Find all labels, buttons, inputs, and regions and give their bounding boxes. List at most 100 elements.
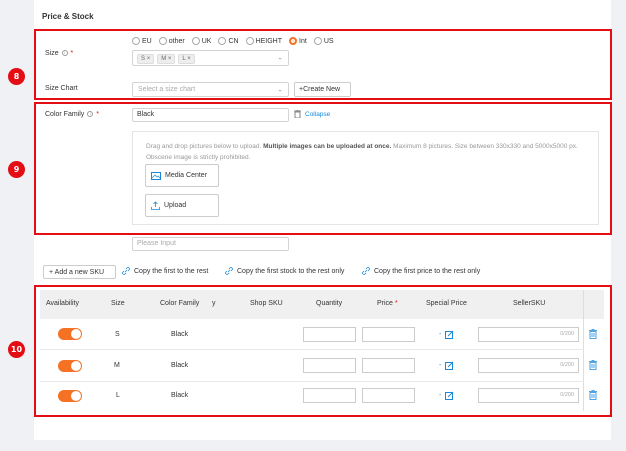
edit-icon[interactable] — [445, 361, 454, 370]
radio-label: HEIGHT — [255, 37, 283, 45]
new-color-placeholder: Please Input — [137, 240, 176, 247]
price-input[interactable] — [362, 388, 415, 403]
badge-8: 8 — [8, 68, 25, 85]
th-availability: Availability — [46, 300, 79, 307]
row-color: Black — [171, 392, 189, 399]
radio-label: UK — [201, 37, 212, 45]
trash-icon[interactable] — [589, 360, 597, 370]
seller-sku-input[interactable]: 0/200 — [478, 358, 579, 373]
chevron-down-icon: ⌄ — [277, 54, 283, 62]
size-tag[interactable]: M × — [157, 54, 176, 64]
quantity-input[interactable] — [303, 327, 356, 342]
media-center-button[interactable]: Media Center — [145, 164, 219, 187]
price-input[interactable] — [362, 358, 415, 373]
th-price-text: Price — [377, 300, 393, 307]
image-icon — [151, 171, 161, 180]
quantity-input[interactable] — [303, 388, 356, 403]
tag-label: L — [182, 56, 186, 62]
required-mark: * — [394, 300, 398, 307]
size-label: Size i * — [45, 50, 73, 57]
availability-toggle[interactable] — [58, 390, 82, 402]
badge-9: 9 — [8, 161, 25, 178]
row-divider — [40, 381, 584, 382]
remove-tag-icon[interactable]: × — [187, 56, 191, 62]
drop-text-1: Drag and drop pictures below to upload. — [146, 143, 262, 150]
seller-sku-input[interactable]: 0/200 — [478, 388, 579, 403]
availability-toggle[interactable] — [58, 360, 82, 372]
radio-other[interactable]: other — [158, 37, 185, 45]
collapse-link[interactable]: Collapse — [294, 110, 330, 118]
th-price: Price * — [377, 300, 398, 307]
info-icon[interactable]: i — [87, 111, 94, 118]
radio-dot-icon — [218, 37, 227, 45]
edit-icon[interactable] — [445, 330, 454, 339]
edit-icon[interactable] — [445, 391, 454, 400]
availability-toggle[interactable] — [58, 328, 82, 340]
radio-label: other — [168, 37, 185, 45]
radio-label: CN — [228, 37, 239, 45]
radio-dot-selected-icon — [289, 37, 298, 45]
link-icon — [122, 267, 130, 275]
info-icon[interactable]: i — [61, 50, 68, 57]
copy-price-link[interactable]: Copy the first price to the rest only — [362, 267, 480, 275]
th-special-price: Special Price — [426, 300, 467, 307]
size-label-text: Size — [45, 50, 59, 57]
radio-dot-icon — [313, 37, 322, 45]
radio-cn[interactable]: CN — [218, 37, 239, 45]
trash-icon[interactable] — [589, 390, 597, 400]
copy-first-label: Copy the first to the rest — [134, 267, 209, 275]
required-mark: * — [70, 50, 74, 57]
size-multiselect[interactable]: S × M × L × ⌄ — [132, 50, 289, 66]
copy-first-link[interactable]: Copy the first to the rest — [122, 267, 208, 275]
color-family-value: Black — [137, 111, 155, 118]
row-divider — [40, 349, 584, 350]
collapse-label[interactable]: Collapse — [305, 111, 330, 118]
row-size: L — [116, 392, 120, 399]
upload-label: Upload — [164, 202, 187, 209]
create-new-button[interactable]: +Create New — [294, 82, 351, 97]
badge-10: 10 — [8, 341, 25, 358]
add-new-sku-button[interactable]: + Add a new SKU — [43, 265, 116, 279]
th-seller-sku: SellerSKU — [513, 300, 546, 307]
th-size: Size — [111, 300, 125, 307]
radio-label: EU — [142, 37, 152, 45]
radio-height[interactable]: HEIGHT — [245, 37, 283, 45]
trash-icon[interactable] — [294, 110, 301, 118]
upload-button[interactable]: Upload — [145, 194, 219, 217]
quantity-input[interactable] — [303, 358, 356, 373]
special-price-dash: - — [439, 331, 442, 338]
color-family-label: Color Family i * — [45, 111, 99, 118]
size-system-radio-group: EU other UK CN HEIGHT Int US — [132, 37, 334, 45]
price-input[interactable] — [362, 327, 415, 342]
radio-label: Int — [299, 37, 307, 45]
remove-tag-icon[interactable]: × — [168, 56, 172, 62]
table-scroll-divider — [583, 290, 584, 411]
size-tag[interactable]: S × — [137, 54, 155, 64]
radio-uk[interactable]: UK — [191, 37, 212, 45]
color-family-input[interactable]: Black — [132, 108, 289, 122]
radio-dot-icon — [191, 37, 200, 45]
special-price-dash: - — [439, 362, 442, 369]
radio-eu[interactable]: EU — [132, 37, 152, 45]
row-color: Black — [171, 362, 189, 369]
radio-int[interactable]: Int — [289, 37, 307, 45]
radio-dot-icon — [245, 37, 254, 45]
th-shop-sku: Shop SKU — [250, 300, 283, 307]
radio-us[interactable]: US — [313, 37, 334, 45]
new-color-input[interactable]: Please Input — [132, 237, 289, 251]
seller-sku-input[interactable]: 0/200 — [478, 327, 579, 342]
remove-tag-icon[interactable]: × — [147, 56, 151, 62]
required-mark: * — [96, 111, 99, 118]
tag-label: S — [141, 56, 146, 62]
link-icon — [362, 267, 370, 275]
drop-text-bold: Multiple images can be uploaded at once. — [263, 143, 392, 150]
row-color: Black — [171, 331, 189, 338]
drop-instructions: Drag and drop pictures below to upload. … — [146, 141, 598, 163]
copy-stock-link[interactable]: Copy the first stock to the rest only — [225, 267, 344, 275]
size-chart-select[interactable]: Select a size chart ⌄ — [132, 82, 289, 97]
size-tag[interactable]: L × — [178, 54, 195, 64]
radio-dot-icon — [158, 37, 167, 45]
size-chart-placeholder: Select a size chart — [138, 86, 196, 93]
trash-icon[interactable] — [589, 329, 597, 339]
color-family-label-text: Color Family — [45, 111, 85, 118]
